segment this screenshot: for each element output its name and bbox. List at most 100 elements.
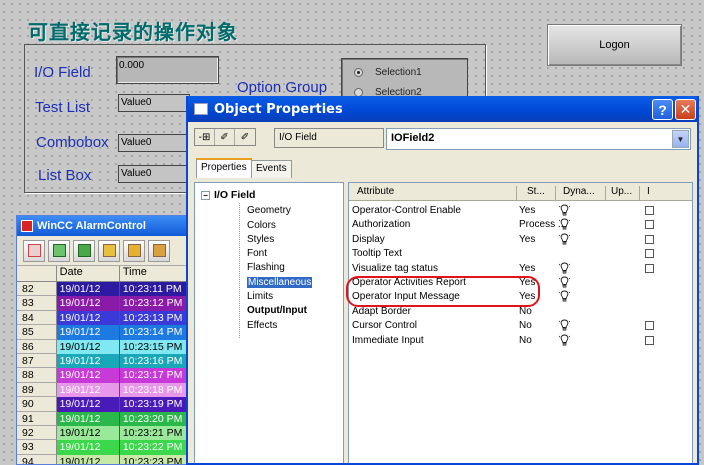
attribute-row[interactable]: Authorization Process ... — [349, 218, 692, 232]
indirect-checkbox[interactable] — [645, 263, 654, 273]
indirect-checkbox[interactable] — [645, 206, 654, 215]
tree-item-styles[interactable]: Styles — [247, 234, 274, 245]
indirect-checkbox[interactable] — [645, 335, 654, 345]
attribute-static-value[interactable]: Yes — [519, 205, 535, 216]
option-selection1[interactable]: Selection1 — [354, 67, 422, 78]
alarm-num-header — [17, 266, 57, 281]
tree-item-output-input[interactable]: Output/Input — [247, 305, 307, 316]
alarm-row[interactable]: 91 19/01/12 10:23:20 PM — [17, 411, 191, 426]
indirect-checkbox[interactable] — [645, 234, 654, 244]
tree-item-miscellaneous[interactable]: Miscellaneous — [247, 277, 313, 288]
indirect-checkbox[interactable] — [645, 249, 654, 259]
alarm-date-header[interactable]: Date — [57, 266, 120, 281]
tree-connector — [239, 203, 240, 338]
pipette-copy-icon[interactable]: ✐ — [235, 129, 255, 145]
dynamic-bulb-icon[interactable] — [558, 290, 571, 305]
alarm-title: WinCC AlarmControl — [37, 220, 146, 232]
page-title: 可直接记录的操作对象 — [28, 20, 238, 44]
alarm-row[interactable]: 92 19/01/12 10:23:21 PM — [17, 425, 191, 441]
alarm-toolbar-lock-icon[interactable] — [98, 239, 120, 262]
tree-item-colors[interactable]: Colors — [247, 220, 276, 231]
alarm-row-number: 86 — [17, 339, 57, 354]
tree-item-effects[interactable]: Effects — [247, 320, 277, 331]
attribute-static-value[interactable]: No — [519, 306, 532, 317]
attribute-row[interactable]: Cursor Control No — [349, 319, 692, 333]
alarm-row[interactable]: 94 19/01/12 10:23:23 PM — [17, 454, 191, 464]
alarm-row[interactable]: 84 19/01/12 10:23:13 PM — [17, 310, 191, 326]
tree-root[interactable]: − I/O Field — [201, 189, 255, 201]
dynamic-bulb-icon[interactable] — [558, 233, 571, 248]
alarm-toolbar-lock2-icon[interactable] — [123, 239, 145, 262]
collapse-icon[interactable]: − — [201, 190, 210, 200]
col-update[interactable]: Up... — [611, 186, 632, 197]
alarm-row[interactable]: 87 19/01/12 10:23:16 PM — [17, 353, 191, 369]
dynamic-bulb-icon[interactable] — [558, 276, 571, 291]
logon-button[interactable]: Logon — [547, 24, 682, 66]
attribute-row[interactable]: Tooltip Text — [349, 247, 692, 261]
attribute-row[interactable]: Operator-Control Enable Yes — [349, 204, 692, 218]
attribute-row[interactable]: Visualize tag status Yes — [349, 262, 692, 276]
highlight-annotation — [346, 276, 540, 307]
tree-item-flashing[interactable]: Flashing — [247, 262, 285, 273]
alarm-row-time: 10:23:22 PM — [119, 440, 191, 455]
alarm-toolbar-ack-icon[interactable] — [48, 239, 70, 262]
alarm-row[interactable]: 83 19/01/12 10:23:12 PM — [17, 296, 191, 311]
alarm-row-time: 10:23:18 PM — [119, 382, 191, 398]
combobox-field[interactable]: Value0 — [118, 134, 190, 152]
alarm-row-time: 10:23:14 PM — [119, 325, 191, 340]
help-button[interactable]: ? — [652, 99, 673, 120]
io-field-input[interactable]: 0.000 — [116, 56, 219, 84]
alarm-row-date: 19/01/12 — [56, 353, 120, 369]
list-box-field[interactable]: Value0 — [118, 165, 190, 183]
alarm-row[interactable]: 86 19/01/12 10:23:15 PM — [17, 339, 191, 354]
alarm-row-date: 19/01/12 — [56, 454, 120, 464]
alarm-toolbar-report-icon[interactable] — [23, 239, 45, 262]
tree-item-limits[interactable]: Limits — [247, 291, 273, 302]
col-indirect[interactable]: I — [647, 186, 650, 197]
tab-events[interactable]: Events — [251, 160, 292, 178]
test-list-box[interactable]: Value0 — [118, 94, 190, 112]
attribute-row[interactable]: Display Yes — [349, 233, 692, 247]
attribute-static-value[interactable]: No — [519, 335, 532, 346]
alarm-title-bar: WinCC AlarmControl — [17, 216, 191, 236]
alarm-row[interactable]: 93 19/01/12 10:23:22 PM — [17, 440, 191, 455]
indirect-checkbox[interactable] — [645, 220, 654, 230]
dynamic-bulb-icon[interactable] — [558, 218, 571, 233]
alarm-row-number: 84 — [17, 310, 57, 326]
dialog-title-bar: Object Properties — [188, 96, 697, 122]
object-name-select[interactable]: IOField2 ▼ — [386, 128, 691, 150]
attribute-name: Display — [352, 233, 385, 245]
alarm-table-body: 82 19/01/12 10:23:11 PM 83 19/01/12 10:23:12 … — [17, 282, 191, 464]
alarm-toolbar-chart-icon[interactable] — [148, 239, 170, 262]
attribute-static-value[interactable]: Yes — [519, 234, 535, 245]
tree-item-geometry[interactable]: Geometry — [247, 205, 291, 216]
col-static[interactable]: St... — [527, 186, 545, 197]
object-name-value: IOField2 — [391, 132, 435, 144]
alarm-row[interactable]: 85 19/01/12 10:23:14 PM — [17, 325, 191, 340]
alarm-toolbar-ack-all-icon[interactable] — [73, 239, 95, 262]
attribute-static-value[interactable]: Yes — [519, 263, 535, 274]
pin-icon[interactable]: -⊞ — [195, 129, 215, 145]
close-button[interactable]: ✕ — [675, 99, 696, 120]
dynamic-bulb-icon[interactable] — [558, 262, 571, 277]
col-attribute[interactable]: Attribute — [357, 186, 394, 197]
alarm-row[interactable]: 82 19/01/12 10:23:11 PM — [17, 282, 191, 297]
alarm-control: WinCC AlarmControl Date Time 82 19/01/12 1… — [16, 215, 192, 465]
dynamic-bulb-icon[interactable] — [558, 334, 571, 349]
alarm-table-header: Date Time — [17, 266, 191, 282]
chevron-down-icon[interactable]: ▼ — [672, 130, 689, 148]
tree-item-font[interactable]: Font — [247, 248, 267, 259]
indirect-checkbox[interactable] — [645, 321, 654, 331]
pipette-icon[interactable]: ✐ — [215, 129, 235, 145]
alarm-row[interactable]: 88 19/01/12 10:23:17 PM — [17, 368, 191, 383]
alarm-row-number: 93 — [17, 440, 57, 455]
dynamic-bulb-icon[interactable] — [558, 319, 571, 334]
dynamic-bulb-icon[interactable] — [558, 204, 571, 219]
alarm-time-header[interactable]: Time — [120, 266, 191, 281]
attribute-static-value[interactable]: No — [519, 320, 532, 331]
tab-properties[interactable]: Properties — [196, 158, 252, 178]
alarm-row[interactable]: 90 19/01/12 10:23:19 PM — [17, 397, 191, 412]
alarm-row[interactable]: 89 19/01/12 10:23:18 PM — [17, 382, 191, 398]
col-dynamic[interactable]: Dyna... — [563, 186, 595, 197]
attribute-row[interactable]: Immediate Input No — [349, 334, 692, 348]
